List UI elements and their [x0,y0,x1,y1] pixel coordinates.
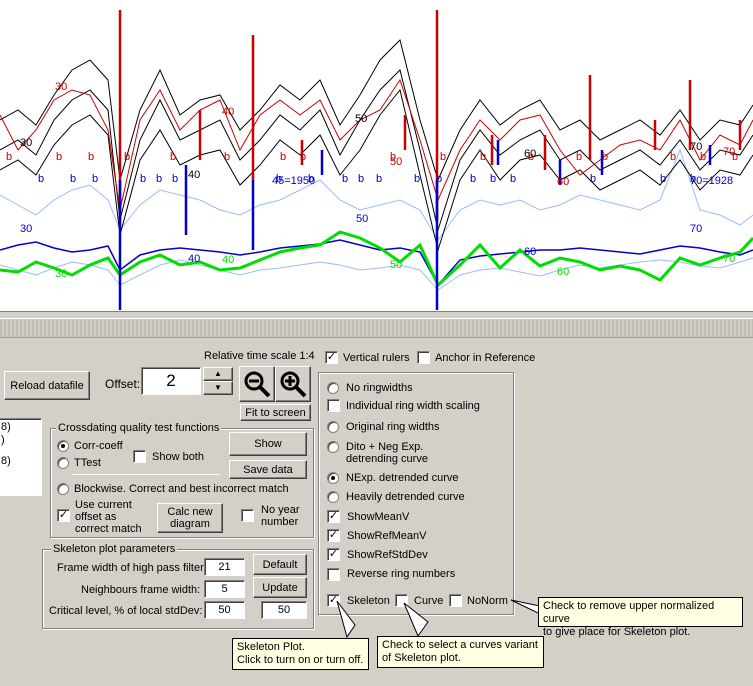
callout-pointers [336,599,541,639]
curve-tooltip: Check to select a curves variant of Skel… [377,636,544,668]
skeleton-tooltip: Skeleton Plot. Click to turn on or turn … [232,638,369,670]
skeleton-tip-pointer [336,600,356,639]
tooltip-line: Check to remove upper normalized curve t… [543,600,715,638]
tooltip-line: Check to select a curves variant of Skel… [382,639,538,664]
nonorm-tip-pointer [510,599,541,615]
tooltip-line: Skeleton Plot. Click to turn on or turn … [237,641,364,666]
curve-tip-pointer [403,602,429,638]
nonorm-tooltip: Check to remove upper normalized curve t… [538,597,743,638]
